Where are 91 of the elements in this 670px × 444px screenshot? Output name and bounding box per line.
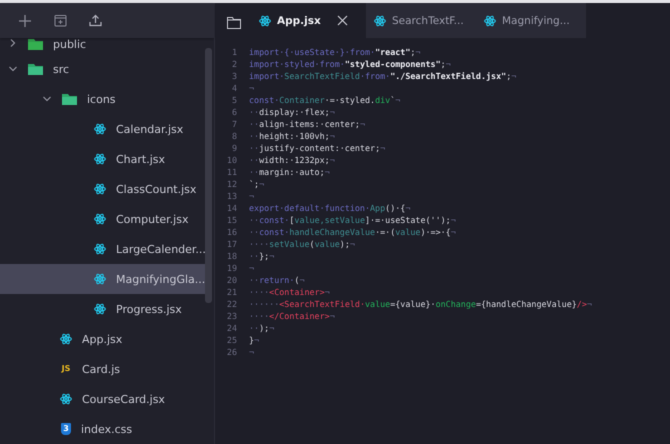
code-line: import·styled·from·"styled-components";¬ <box>249 58 451 70</box>
tree-item[interactable]: CourseCard.jsx <box>0 384 206 414</box>
line-number: 18 <box>226 250 237 262</box>
code-line: ··const·handleChangeValue·=·(value)·=>·{¬ <box>249 226 456 238</box>
tree-item[interactable]: App.jsx <box>0 324 206 354</box>
code-line: ····<Container>¬ <box>249 286 330 298</box>
chevron-down-icon <box>8 64 18 74</box>
folder-icon[interactable] <box>227 17 241 29</box>
code-line: ····setValue(value);¬ <box>249 238 355 250</box>
line-number: 22 <box>226 298 237 310</box>
line-number: 12 <box>226 178 237 190</box>
code-line: ··const·[value,setValue]·=·useState('');¬ <box>249 214 456 226</box>
line-number: 10 <box>226 154 237 166</box>
tree-item[interactable]: Progress.jsx <box>0 294 206 324</box>
tree-item[interactable]: MagnifyingGla... <box>0 264 206 294</box>
editor-tab[interactable]: Magnifying... <box>476 3 586 38</box>
code-line: export·default·function·App()·{¬ <box>249 202 410 214</box>
line-number: 21 <box>226 286 237 298</box>
react-icon <box>60 333 72 345</box>
code-line: const·Container·=·styled.div`¬ <box>249 94 400 106</box>
line-number: 19 <box>226 262 237 274</box>
react-icon <box>484 14 496 26</box>
code-line: ¬ <box>249 82 254 94</box>
line-number: 6 <box>230 106 237 118</box>
code-line: ··display:·flex;¬ <box>249 106 335 118</box>
line-number: 17 <box>226 238 237 250</box>
react-icon <box>94 183 106 195</box>
react-icon <box>374 14 386 26</box>
code-line: ¬ <box>249 346 254 358</box>
react-icon <box>60 393 72 405</box>
line-number: 5 <box>230 94 237 106</box>
code-line: ··align-items:·center;¬ <box>249 118 365 130</box>
line-number: 11 <box>226 166 237 178</box>
react-icon <box>94 303 106 315</box>
tree-item[interactable]: ClassCount.jsx <box>0 174 206 204</box>
code-line: ······<SearchTextField·value={value}·onChange={handleChangeValue}/>¬ <box>249 298 592 310</box>
css-file-icon: 3 <box>61 423 71 435</box>
chevron-down-icon <box>42 94 52 104</box>
line-number: 15 <box>226 214 237 226</box>
react-icon <box>94 273 106 285</box>
chevron-right-icon <box>8 38 18 48</box>
tree-item[interactable]: Calendar.jsx <box>0 114 206 144</box>
line-number: 23 <box>226 310 237 322</box>
tree-item[interactable]: public <box>0 38 206 54</box>
add-icon[interactable] <box>18 14 32 28</box>
code-line: ··width:·1232px;¬ <box>249 154 335 166</box>
tree-item[interactable]: src <box>0 54 206 84</box>
tree-item[interactable]: LargeCalender... <box>0 234 206 264</box>
line-number: 2 <box>230 58 237 70</box>
scrollbar[interactable] <box>205 48 212 303</box>
code-line: ··height:·100vh;¬ <box>249 130 335 142</box>
line-number: 16 <box>226 226 237 238</box>
js-file-icon: JS <box>60 363 72 375</box>
line-number: 24 <box>226 322 237 334</box>
code-line: ··);¬ <box>249 322 274 334</box>
react-icon <box>94 123 106 135</box>
line-number: 14 <box>226 202 237 214</box>
tree-item[interactable]: icons <box>0 84 206 114</box>
upload-icon[interactable] <box>89 14 102 27</box>
line-number: 26 <box>226 346 237 358</box>
line-number: 9 <box>230 142 237 154</box>
close-icon[interactable] <box>337 15 348 26</box>
code-line: ··margin:·auto;¬ <box>249 166 330 178</box>
line-number: 4 <box>230 82 237 94</box>
react-icon <box>94 213 106 225</box>
tree-item[interactable]: Chart.jsx <box>0 144 206 174</box>
code-line: ··justify-content:·center;¬ <box>249 142 386 154</box>
line-number: 7 <box>230 118 237 130</box>
line-number: 1 <box>230 46 237 58</box>
line-number: 13 <box>226 190 237 202</box>
tree-item[interactable]: JS Card.js <box>0 354 206 384</box>
code-line: }¬ <box>249 334 260 346</box>
line-number: 20 <box>226 274 237 286</box>
react-icon <box>259 14 271 26</box>
code-line: ¬ <box>249 190 254 202</box>
tree-item[interactable]: Computer.jsx <box>0 204 206 234</box>
line-number: 3 <box>230 70 237 82</box>
code-line: ¬ <box>249 262 254 274</box>
code-line: ····</Container>¬ <box>249 310 335 322</box>
line-number: 25 <box>226 334 237 346</box>
new-folder-icon[interactable] <box>54 14 67 27</box>
line-number: 8 <box>230 130 237 142</box>
editor-tab[interactable]: SearchTextF... <box>366 3 476 38</box>
code-line: ··return·(¬ <box>249 274 304 286</box>
code-line: ··};¬ <box>249 250 274 262</box>
code-line: import·SearchTextField·from·"./SearchTextField.jsx";¬ <box>249 70 516 82</box>
code-line: import·{·useState·}·from·"react";¬ <box>249 46 420 58</box>
tree-item[interactable]: 3 index.css <box>0 414 206 444</box>
react-icon <box>94 153 106 165</box>
code-line: `;¬ <box>249 178 264 190</box>
react-icon <box>94 243 106 255</box>
